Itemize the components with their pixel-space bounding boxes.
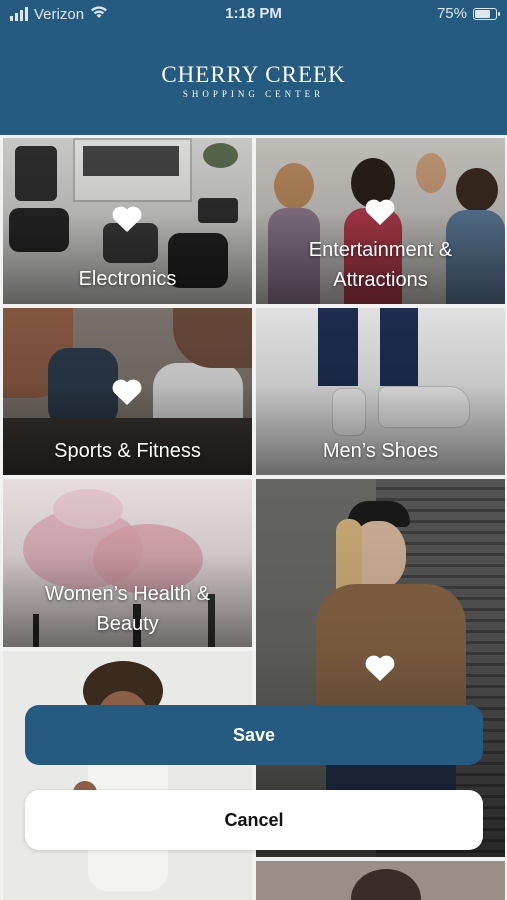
heart-icon[interactable] <box>364 654 396 682</box>
cancel-button[interactable]: Cancel <box>25 790 483 850</box>
status-right: 75% <box>436 5 500 22</box>
category-label: Entertainment & Attractions <box>256 235 505 295</box>
category-label: Sports & Fitness <box>54 440 201 462</box>
heart-icon[interactable] <box>111 378 143 406</box>
category-tile-entertainment-attractions[interactable]: Entertainment & Attractions <box>256 138 505 304</box>
clock: 1:18 PM <box>225 5 282 22</box>
category-tile-partial[interactable] <box>256 861 505 900</box>
category-label-line2: Attractions <box>333 269 428 291</box>
battery-percent: 75% <box>436 5 467 22</box>
category-label-line1: Women’s Health & <box>45 583 210 605</box>
status-bar: Verizon 1:18 PM 75% <box>0 0 507 30</box>
logo-title: CHERRY CREEK <box>161 62 346 87</box>
battery-icon <box>473 7 500 20</box>
logo-subtitle: SHOPPING CENTER <box>182 89 325 99</box>
cherry-creek-logo: CHERRY CREEK SHOPPING CENTER <box>0 62 507 99</box>
heart-icon[interactable] <box>111 205 143 233</box>
app-header: CHERRY CREEK SHOPPING CENTER <box>0 30 507 135</box>
category-label: Electronics <box>78 268 177 290</box>
category-label: Women’s Health & Beauty <box>3 579 252 639</box>
category-tile-partial[interactable] <box>3 651 252 900</box>
category-label-line1: Entertainment & <box>308 239 453 261</box>
category-tile-womens-health-beauty[interactable]: Women’s Health & Beauty <box>3 479 252 647</box>
heart-icon[interactable] <box>364 198 396 226</box>
category-label: Men’s Shoes <box>322 440 439 462</box>
save-button[interactable]: Save <box>25 705 483 765</box>
category-tile-sports-fitness[interactable]: Sports & Fitness <box>3 308 252 475</box>
category-label-line2: Beauty <box>96 613 159 635</box>
category-tile-mens-shoes[interactable]: Men’s Shoes <box>256 308 505 475</box>
category-grid: Electronics Entertainment & Attractions … <box>0 135 507 900</box>
category-tile-electronics[interactable]: Electronics <box>3 138 252 304</box>
